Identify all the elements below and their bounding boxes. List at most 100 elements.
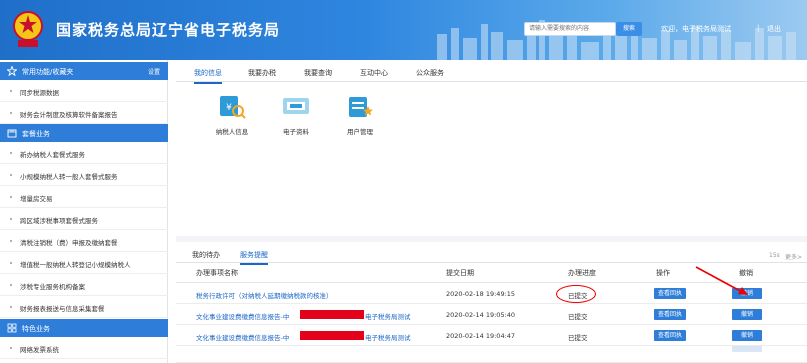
search-button[interactable]: 搜索 bbox=[616, 22, 642, 36]
progress-status: 已提交 bbox=[568, 334, 588, 342]
sidebar-section-special[interactable]: 特色业务 bbox=[0, 319, 168, 337]
sidebar-item-label: 增值税一般纳税人转登记小规模纳税人 bbox=[20, 261, 131, 269]
sidebar-item-label: 财务会计制度及核算软件备案报告 bbox=[20, 111, 118, 119]
column-header-date: 提交日期 bbox=[446, 269, 474, 277]
sidebar-item[interactable]: 清税注销税（费）申报及缴纳套餐 bbox=[0, 230, 168, 252]
item-name-link[interactable]: 税务行政许可（对纳税人延期缴纳税款的核准） bbox=[196, 290, 333, 300]
bullet-icon bbox=[10, 112, 12, 114]
bullet-icon bbox=[10, 262, 12, 264]
logout-link[interactable]: 退出 bbox=[767, 24, 781, 34]
column-header-progress: 办理进度 bbox=[568, 269, 596, 277]
item-name-link[interactable]: 文化事业建设费缴费信息报告-中 bbox=[196, 332, 289, 342]
submit-date: 2020-02-18 19:49:15 bbox=[446, 290, 516, 298]
sidebar-section-packages[interactable]: 套餐业务 bbox=[0, 124, 168, 142]
partial-row-button bbox=[732, 346, 762, 352]
taxpayer-info-icon: ¥ bbox=[220, 96, 246, 119]
view-receipt-button[interactable]: 查看回执 bbox=[654, 330, 686, 341]
sidebar-item-label: 涉税专业服务机构备案 bbox=[20, 283, 85, 291]
bullet-icon bbox=[10, 174, 12, 176]
top-tab-bar: 我的信息 我要办税 我要查询 互动中心 公众服务 bbox=[176, 60, 807, 84]
grid-icon bbox=[7, 323, 17, 333]
site-header: 国家税务总局辽宁省电子税务局 搜索 欢迎，电子税务局测试 | 退出 bbox=[0, 0, 807, 60]
table-row: 文化事业建设费缴费信息报告-中 电子税务局测试 2020-02-14 19:04… bbox=[176, 325, 807, 346]
bullet-icon bbox=[10, 284, 12, 286]
main-content: 我的信息 我要办税 我要查询 互动中心 公众服务 ¥ 纳税人信息 电子资料 用户… bbox=[176, 60, 807, 363]
settings-link[interactable]: 设置 bbox=[148, 67, 160, 76]
sidebar-item[interactable]: 财务报表报送与信息采集套餐 bbox=[0, 296, 168, 318]
header-separator: | bbox=[757, 24, 760, 32]
svg-text:¥: ¥ bbox=[226, 103, 232, 113]
table-row: 文化事业建设费缴费信息报告-中 电子税务局测试 2020-02-14 19:05… bbox=[176, 304, 807, 325]
bullet-icon bbox=[10, 196, 12, 198]
view-receipt-button[interactable]: 查看回执 bbox=[654, 309, 686, 320]
tab-handle-tax[interactable]: 我要办税 bbox=[248, 68, 276, 78]
tab-query[interactable]: 我要查询 bbox=[304, 68, 332, 78]
sidebar-item[interactable]: 财务会计制度及核算软件备案报告 bbox=[0, 102, 168, 124]
bullet-icon bbox=[10, 90, 12, 92]
welcome-user-text[interactable]: 欢迎，电子税务局测试 bbox=[661, 24, 731, 34]
sidebar-item-label: 财务报表报送与信息采集套餐 bbox=[20, 305, 105, 313]
view-receipt-button[interactable]: 查看回执 bbox=[654, 288, 686, 299]
section-title: 套餐业务 bbox=[22, 130, 50, 138]
package-icon bbox=[7, 129, 17, 138]
quick-link-label: 用户管理 bbox=[347, 128, 373, 136]
sidebar-section-favorites[interactable]: 常用功能/收藏夹 设置 bbox=[0, 62, 168, 80]
bullet-icon bbox=[10, 240, 12, 242]
progress-status: 已提交 bbox=[568, 313, 588, 321]
sidebar-item[interactable]: 同步税源数据 bbox=[0, 80, 168, 102]
quick-link-electronic-documents[interactable]: 电子资料 bbox=[266, 94, 326, 144]
tab-my-todo[interactable]: 我的待办 bbox=[192, 250, 220, 260]
more-link[interactable]: 更多> bbox=[785, 252, 802, 261]
tab-service-reminder[interactable]: 服务提醒 bbox=[240, 250, 268, 265]
bottom-tab-bar: 我的待办 服务提醒 15s 更多> bbox=[176, 242, 807, 265]
item-name-suffix[interactable]: 电子税务局测试 bbox=[365, 311, 411, 321]
section-title: 特色业务 bbox=[22, 325, 50, 333]
sidebar-item[interactable]: 小规模纳税人转一般人套餐式服务 bbox=[0, 164, 168, 186]
tax-emblem-logo bbox=[13, 11, 43, 47]
electronic-documents-icon bbox=[283, 98, 309, 114]
bullet-icon bbox=[10, 152, 12, 154]
bullet-icon bbox=[10, 347, 12, 349]
quick-link-taxpayer-info[interactable]: ¥ 纳税人信息 bbox=[202, 94, 262, 144]
sidebar-item-label: 新办纳税人套餐式服务 bbox=[20, 151, 85, 159]
sidebar-item-label: 小规模纳税人转一般人套餐式服务 bbox=[20, 173, 118, 181]
quick-link-user-management[interactable]: 用户管理 bbox=[330, 94, 390, 144]
sidebar-item[interactable]: 涉税专业服务机构备案 bbox=[0, 274, 168, 296]
sidebar-item[interactable]: 增值税一般纳税人转登记小规模纳税人 bbox=[0, 252, 168, 274]
tab-my-info[interactable]: 我的信息 bbox=[194, 68, 222, 84]
item-name-link[interactable]: 文化事业建设费缴费信息报告-中 bbox=[196, 311, 289, 321]
sidebar-item-label: 跨区域涉税事项套餐式服务 bbox=[20, 217, 98, 225]
bullet-icon bbox=[10, 306, 12, 308]
sidebar-item-label: 同步税源数据 bbox=[20, 89, 59, 97]
bullet-icon bbox=[10, 218, 12, 220]
sidebar-item-label: 增量房交易 bbox=[20, 195, 53, 203]
column-header-action: 操作 bbox=[656, 269, 670, 277]
cancel-button[interactable]: 撤销 bbox=[732, 309, 762, 320]
sidebar-item[interactable]: 跨区域涉税事项套餐式服务 bbox=[0, 208, 168, 230]
item-name-suffix[interactable]: 电子税务局测试 bbox=[365, 332, 411, 342]
sidebar-item-label: 清税注销税（费）申报及缴纳套餐 bbox=[20, 239, 118, 247]
sidebar-item[interactable]: 增量房交易 bbox=[0, 186, 168, 208]
submit-date: 2020-02-14 19:05:40 bbox=[446, 311, 516, 319]
submit-date: 2020-02-14 19:04:47 bbox=[446, 332, 516, 340]
user-management-icon bbox=[349, 97, 373, 117]
quick-link-label: 电子资料 bbox=[283, 128, 309, 136]
column-header-name: 办理事项名称 bbox=[196, 269, 238, 277]
quick-link-label: 纳税人信息 bbox=[215, 128, 249, 136]
sidebar-item[interactable]: 网络发票系统 bbox=[0, 337, 168, 359]
search-input[interactable] bbox=[524, 22, 616, 36]
site-title: 国家税务总局辽宁省电子税务局 bbox=[56, 21, 281, 39]
item-count: 15s bbox=[769, 252, 780, 259]
star-icon bbox=[7, 66, 17, 76]
tab-public-service[interactable]: 公众服务 bbox=[416, 68, 444, 78]
redaction-bar bbox=[300, 331, 364, 340]
table-row bbox=[176, 346, 807, 363]
annotation-arrow-icon bbox=[695, 266, 748, 295]
tab-interaction[interactable]: 互动中心 bbox=[360, 68, 388, 78]
cancel-button[interactable]: 撤销 bbox=[732, 330, 762, 341]
sidebar: 常用功能/收藏夹 设置 同步税源数据 财务会计制度及核算软件备案报告 套餐业务 … bbox=[0, 60, 168, 363]
sidebar-item-label: 网络发票系统 bbox=[20, 346, 59, 354]
sidebar-item[interactable]: 新办纳税人套餐式服务 bbox=[0, 142, 168, 164]
section-title: 常用功能/收藏夹 bbox=[22, 68, 74, 76]
annotation-circle bbox=[556, 285, 596, 303]
